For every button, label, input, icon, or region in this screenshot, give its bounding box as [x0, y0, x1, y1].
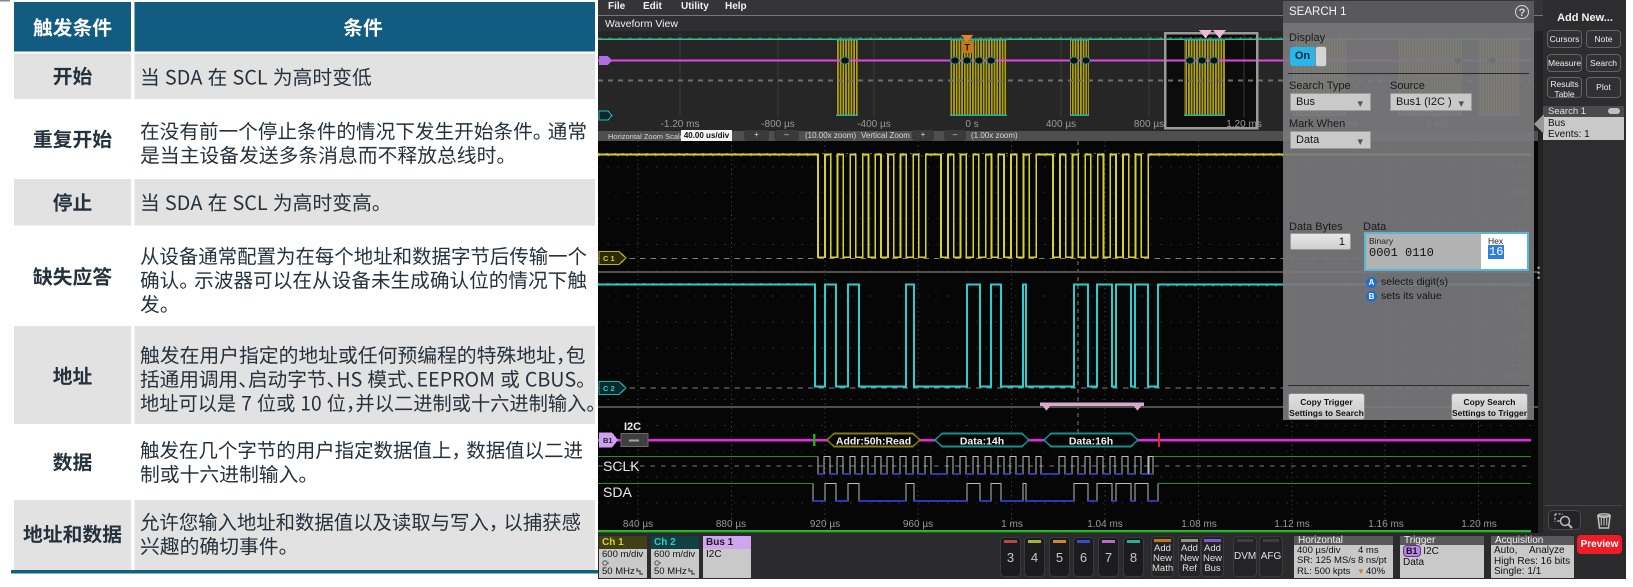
svg-text:0 s: 0 s	[965, 119, 978, 130]
svg-text:1.04 ms: 1.04 ms	[1087, 519, 1123, 530]
svg-text:Data:16h: Data:16h	[1069, 435, 1113, 447]
svg-text:SDA: SDA	[603, 484, 632, 500]
svg-text:C 1: C 1	[603, 254, 615, 263]
svg-text:1.16 ms: 1.16 ms	[1368, 519, 1404, 530]
svg-text:1.20 ms: 1.20 ms	[1226, 119, 1262, 130]
svg-text:800 µs: 800 µs	[1134, 119, 1164, 130]
svg-text:Data:14h: Data:14h	[960, 435, 1004, 447]
svg-text:B1: B1	[603, 436, 613, 445]
svg-text:C 2: C 2	[603, 384, 615, 393]
svg-text:Addr:50h:Read: Addr:50h:Read	[836, 435, 911, 447]
svg-text:T: T	[965, 43, 971, 53]
svg-text:960 µs: 960 µs	[903, 519, 933, 530]
svg-text:1.12 ms: 1.12 ms	[1274, 519, 1310, 530]
svg-text:I2C: I2C	[624, 421, 641, 433]
svg-text:1 ms: 1 ms	[1001, 519, 1023, 530]
svg-text:-1.20 ms: -1.20 ms	[661, 119, 700, 130]
svg-text:880 µs: 880 µs	[716, 519, 746, 530]
svg-text:920 µs: 920 µs	[810, 519, 840, 530]
svg-text:1.20 ms: 1.20 ms	[1461, 519, 1497, 530]
svg-text:-400 µs: -400 µs	[857, 119, 891, 130]
svg-text:SCLK: SCLK	[603, 458, 640, 474]
svg-text:1.08 ms: 1.08 ms	[1181, 519, 1217, 530]
svg-text:-800 µs: -800 µs	[761, 119, 795, 130]
svg-text:840 µs: 840 µs	[623, 519, 653, 530]
svg-text:400 µs: 400 µs	[1046, 119, 1076, 130]
